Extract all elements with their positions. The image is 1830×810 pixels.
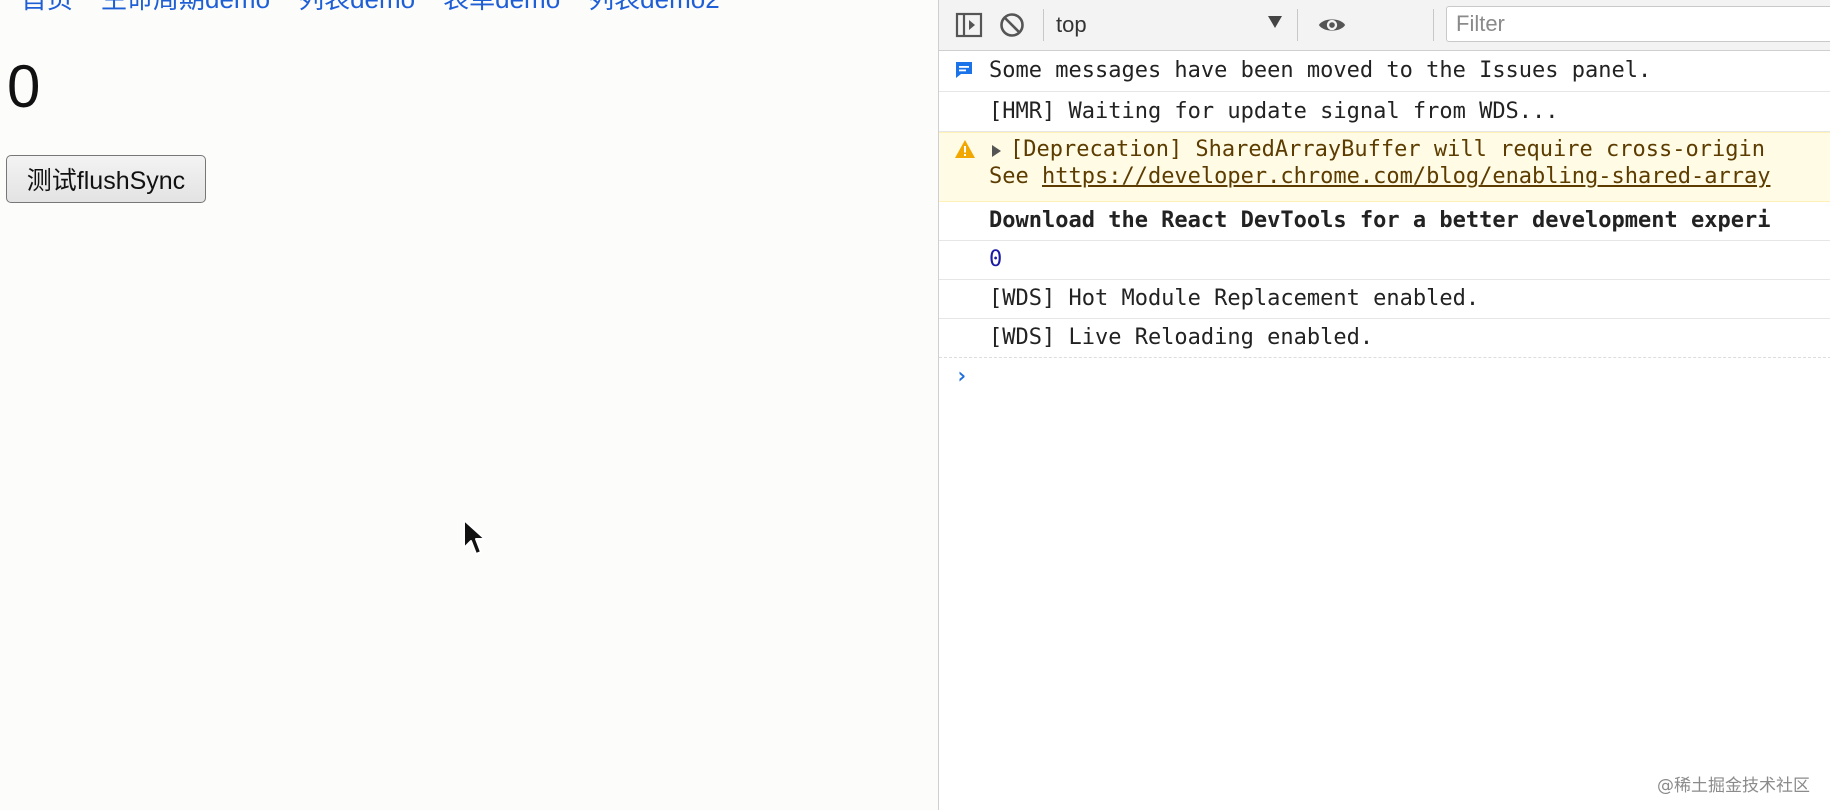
console-message-text: Some messages have been moved to the Iss… bbox=[989, 58, 1652, 83]
context-selector-label: top bbox=[1056, 12, 1087, 37]
flush-sync-button[interactable]: 测试flushSync bbox=[6, 155, 206, 203]
toolbar-separator bbox=[1043, 9, 1044, 41]
console-message-text: [WDS] Hot Module Replacement enabled. bbox=[989, 286, 1480, 311]
top-nav: 首页 生命周期demo 列表demo 表单demo 列表demo2 bbox=[21, 0, 748, 14]
console-message-log[interactable]: Download the React DevTools for a better… bbox=[939, 202, 1830, 241]
deprecation-link[interactable]: https://developer.chrome.com/blog/enabli… bbox=[1042, 164, 1770, 189]
mouse-cursor-icon bbox=[463, 519, 486, 555]
console-message-text: Download the React DevTools for a better… bbox=[989, 208, 1771, 233]
filter-input[interactable] bbox=[1446, 6, 1830, 42]
console-messages: Some messages have been moved to the Iss… bbox=[939, 51, 1830, 398]
see-prefix: See bbox=[989, 164, 1042, 189]
console-message-log[interactable]: 0 bbox=[939, 241, 1830, 280]
toolbar-separator bbox=[1297, 9, 1298, 41]
nav-link-form-demo[interactable]: 表单demo bbox=[443, 0, 560, 14]
console-prompt[interactable]: › bbox=[939, 358, 1830, 398]
toolbar-separator bbox=[1433, 9, 1434, 41]
console-message-log[interactable]: [HMR] Waiting for update signal from WDS… bbox=[939, 92, 1830, 132]
console-number-value: 0 bbox=[989, 247, 1003, 272]
info-icon bbox=[954, 60, 974, 86]
clear-console-icon[interactable] bbox=[997, 10, 1027, 40]
counter-value: 0 bbox=[7, 53, 41, 120]
expand-triangle-icon[interactable] bbox=[992, 145, 1001, 157]
nav-link-home[interactable]: 首页 bbox=[21, 0, 73, 14]
dropdown-arrow-icon bbox=[1268, 16, 1282, 28]
console-message-text: [HMR] Waiting for update signal from WDS… bbox=[989, 99, 1559, 124]
watermark: @稀土掘金技术社区 bbox=[1657, 776, 1810, 796]
warning-icon bbox=[954, 139, 976, 165]
console-message-info[interactable]: Some messages have been moved to the Iss… bbox=[939, 51, 1830, 92]
devtools-panel: top Some messages have been moved to the… bbox=[938, 0, 1830, 810]
console-message-text: [Deprecation] SharedArrayBuffer will req… bbox=[1010, 137, 1765, 162]
prompt-chevron-icon: › bbox=[955, 364, 969, 389]
console-toolbar: top bbox=[939, 0, 1830, 51]
nav-link-list-demo2[interactable]: 列表demo2 bbox=[588, 0, 720, 14]
console-message-log[interactable]: [WDS] Live Reloading enabled. bbox=[939, 319, 1830, 358]
console-message-warning[interactable]: [Deprecation] SharedArrayBuffer will req… bbox=[939, 132, 1830, 202]
sidebar-toggle-icon[interactable] bbox=[954, 10, 984, 40]
nav-link-lifecycle-demo[interactable]: 生命周期demo bbox=[101, 0, 270, 14]
web-page: 首页 生命周期demo 列表demo 表单demo 列表demo2 0 测试flushS… bbox=[0, 0, 938, 810]
console-message-text: [WDS] Live Reloading enabled. bbox=[989, 325, 1374, 350]
console-message-text-line2: See https://developer.chrome.com/blog/en… bbox=[989, 164, 1770, 189]
nav-link-list-demo[interactable]: 列表demo bbox=[298, 0, 415, 14]
eye-icon[interactable] bbox=[1317, 10, 1347, 40]
context-selector[interactable]: top bbox=[1056, 8, 1296, 42]
console-message-log[interactable]: [WDS] Hot Module Replacement enabled. bbox=[939, 280, 1830, 319]
